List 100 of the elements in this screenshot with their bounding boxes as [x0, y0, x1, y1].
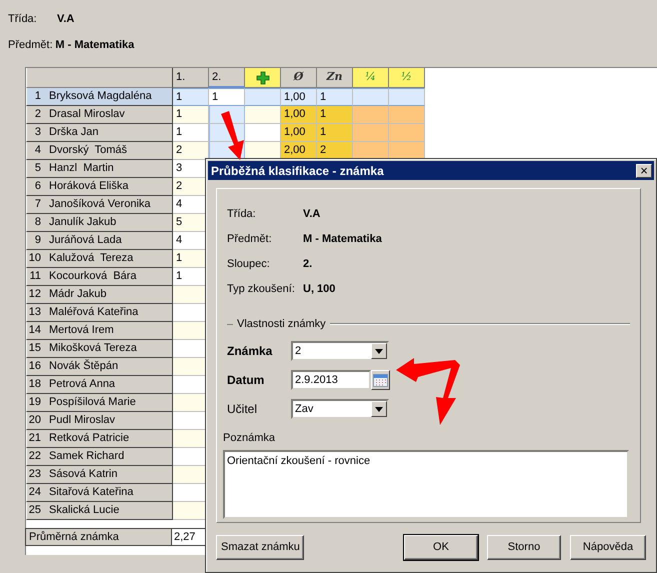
field-label: Známka [227, 343, 274, 360]
caret-icon [375, 348, 383, 354]
row-number: 12 [28, 287, 42, 302]
grade-cell[interactable]: 2 [173, 142, 209, 160]
dialog-button[interactable]: Nápověda [570, 535, 646, 560]
grade-cell[interactable]: 1 [317, 106, 353, 124]
student-name[interactable]: 14 Mertová Irem [26, 322, 173, 340]
date-field[interactable]: 2.9.2013 [291, 370, 371, 390]
grade-cell[interactable] [245, 88, 281, 106]
row-number: 24 [28, 485, 42, 500]
column-header[interactable] [245, 68, 281, 88]
student-name-text: Skalická Lucie [49, 503, 120, 518]
student-name[interactable]: 25 Skalická Lucie [26, 502, 173, 520]
student-name-text: Dvorský Tomáš [49, 143, 128, 158]
dropdown-value: 2 [295, 344, 302, 359]
subject-value: M - Matematika [55, 38, 134, 53]
column-header[interactable]: Ø [281, 68, 317, 88]
grade-cell[interactable]: 1 [209, 88, 245, 106]
grade-cell[interactable] [353, 88, 389, 106]
annotation-arrow [221, 111, 244, 160]
column-header[interactable]: 1. [173, 68, 209, 88]
grade-cell[interactable] [245, 106, 281, 124]
student-name[interactable]: 15 Mikošková Tereza [26, 340, 173, 358]
grade-cell[interactable] [353, 106, 389, 124]
row-number: 15 [28, 341, 42, 356]
dialog-button[interactable]: OK [404, 535, 478, 560]
student-name[interactable]: 10 Kalužová Tereza [26, 250, 173, 268]
student-name[interactable]: 23 Sásová Katrin [26, 466, 173, 484]
dropdown-button[interactable] [371, 343, 387, 359]
student-name[interactable]: 18 Petrová Anna [26, 376, 173, 394]
student-name[interactable]: 24 Sitařová Kateřina [26, 484, 173, 502]
grade-cell[interactable]: 1,00 [281, 106, 317, 124]
student-name-text: Maléřová Kateřina [49, 305, 138, 320]
student-name[interactable]: 8 Janulík Jakub [26, 214, 173, 232]
class-value: V.A [57, 12, 74, 27]
row-number: 19 [28, 395, 42, 410]
grade-cell[interactable] [353, 124, 389, 142]
group-title: Vlastnosti známky [237, 317, 326, 332]
column-header[interactable]: 2. [209, 68, 245, 88]
row-number: 3 [34, 125, 42, 140]
dialog-title: Průběžná klasifikace - známka [211, 162, 384, 180]
student-name-text: Juráňová Lada [49, 233, 122, 248]
student-name-text: Bryksová Magdaléna [49, 89, 152, 104]
grade-cell[interactable] [389, 88, 425, 106]
grade-cell[interactable]: 1 [317, 88, 353, 106]
grade-cell[interactable]: 1 [173, 124, 209, 142]
student-name-text: Sásová Katrin [49, 467, 118, 482]
row-number: 25 [28, 503, 42, 518]
grade-cell[interactable] [245, 124, 281, 142]
student-name[interactable]: 21 Retková Patricie [26, 430, 173, 448]
student-name[interactable]: 5 Hanzl Martin [26, 160, 173, 178]
grade-cell[interactable]: 1,00 [281, 124, 317, 142]
grade-cell[interactable]: 1 [173, 106, 209, 124]
student-name[interactable]: 11 Kocourková Bára [26, 268, 173, 286]
row-number: 9 [34, 233, 42, 248]
subject-label: Předmět: [8, 38, 53, 53]
student-name[interactable]: 7 Janošíková Veronika [26, 196, 173, 214]
student-name[interactable]: 6 Horáková Eliška [26, 178, 173, 196]
dialog-button[interactable]: Storno [487, 535, 561, 560]
annotation-arrow [396, 358, 460, 425]
dropdown-button[interactable] [371, 401, 387, 417]
student-name[interactable]: 20 Pudl Miroslav [26, 412, 173, 430]
student-name[interactable]: 13 Maléřová Kateřina [26, 304, 173, 322]
student-name-text: Horáková Eliška [49, 179, 128, 194]
info-value: M - Matematika [303, 232, 382, 248]
student-name-text: Retková Patricie [49, 431, 130, 446]
student-name[interactable]: 16 Novák Štěpán [26, 358, 173, 376]
grade-cell[interactable]: 1 [317, 124, 353, 142]
student-name[interactable]: 4 Dvorský Tomáš [26, 142, 173, 160]
student-name-text: Mertová Irem [49, 323, 114, 338]
row-number: 21 [28, 431, 42, 446]
column-header[interactable]: ¼ [353, 68, 389, 88]
column-header[interactable]: ½ [389, 68, 425, 88]
grade-cell[interactable] [389, 124, 425, 142]
column-header[interactable]: Zn [317, 68, 353, 88]
student-name[interactable]: 2 Drasal Miroslav [26, 106, 173, 124]
close-button[interactable]: × [636, 164, 652, 178]
dialog-button[interactable]: Smazat známku [216, 535, 304, 560]
note-field[interactable]: Orientační zkoušení - rovnice [223, 450, 629, 519]
student-name-text: Drasal Miroslav [49, 107, 125, 122]
row-number: 7 [34, 197, 42, 212]
dropdown-field[interactable]: 2 [291, 341, 389, 361]
dropdown-field[interactable]: Zav [291, 399, 389, 419]
student-name[interactable]: 12 Mádr Jakub [26, 286, 173, 304]
student-name-text: Pudl Miroslav [49, 413, 116, 428]
student-name[interactable]: 3 Drška Jan [26, 124, 173, 142]
student-name-text: Janošíková Veronika [49, 197, 151, 212]
calendar-icon [373, 374, 388, 386]
row-number: 16 [28, 359, 42, 374]
student-name[interactable]: 1 Bryksová Magdaléna [26, 88, 173, 106]
grade-cell[interactable] [389, 106, 425, 124]
student-name[interactable]: 19 Pospíšilová Marie [26, 394, 173, 412]
student-name-text: Petrová Anna [49, 377, 116, 392]
grade-cell[interactable]: 1,00 [281, 88, 317, 106]
grade-cell[interactable]: 1 [173, 88, 209, 106]
student-name[interactable]: 22 Samek Richard [26, 448, 173, 466]
student-name-text: Janulík Jakub [49, 215, 116, 230]
calendar-button[interactable] [371, 370, 390, 390]
student-name[interactable]: 9 Juráňová Lada [26, 232, 173, 250]
row-number: 1 [34, 89, 42, 104]
